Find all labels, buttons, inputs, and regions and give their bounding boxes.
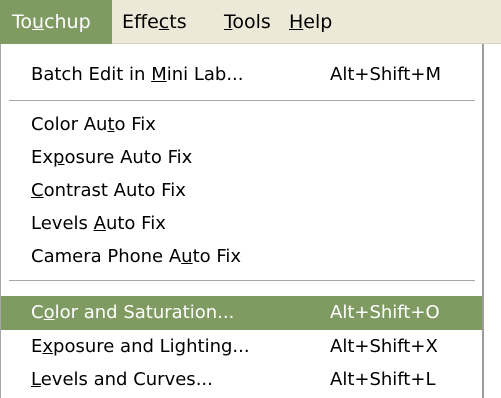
label-accel: A: [93, 213, 106, 234]
menu-separator: [9, 280, 475, 282]
label-pre: Camera Phone A: [31, 246, 182, 267]
label-accel: o: [43, 302, 55, 323]
menu-item-camera-phone-auto-fix[interactable]: Camera Phone Auto Fix: [1, 240, 482, 274]
label-accel: x: [42, 336, 54, 357]
touchup-dropdown-menu: Batch Edit in Mini Lab... Alt+Shift+M Co…: [0, 44, 484, 398]
label-post: osure Auto Fix: [64, 147, 193, 168]
menu-touchup[interactable]: Touchup: [0, 0, 112, 44]
menu-item-shortcut: Alt+Shift+L: [330, 369, 436, 390]
label-post: to Fix: [192, 246, 242, 267]
menu-item-label: Color and Saturation...: [31, 296, 234, 330]
menu-item-color-and-saturation[interactable]: Color and Saturation... Alt+Shift+O: [1, 296, 482, 330]
label-pre: Batch Edit in: [31, 64, 152, 85]
screenshot: Touchup Effects Tools Help Batch Edit in…: [0, 0, 501, 398]
menu-item-shortcut: Alt+Shift+O: [330, 302, 440, 323]
menu-effects-post: ts: [169, 11, 187, 33]
menu-item-label: Batch Edit in Mini Lab...: [31, 58, 244, 92]
menu-tools-post: ools: [232, 11, 271, 33]
label-pre: Levels: [31, 213, 94, 234]
menu-item-exposure-and-lighting[interactable]: Exposure and Lighting... Alt+Shift+X: [1, 330, 482, 364]
menu-item-shortcut: Alt+Shift+M: [330, 64, 441, 85]
label-post: evels and Curves...: [40, 369, 213, 390]
menu-tools[interactable]: Tools: [224, 0, 286, 44]
menu-effects-pre: Effe: [122, 11, 159, 33]
label-pre: E: [31, 336, 43, 357]
label-accel: M: [151, 64, 167, 85]
menu-item-label: Color Auto Fix: [31, 108, 156, 142]
label-pre: Ex: [31, 147, 54, 168]
label-post: posure and Lighting...: [53, 336, 250, 357]
menu-effects-accel: c: [158, 11, 170, 33]
label-post: ini Lab...: [166, 64, 244, 85]
menu-item-label: Exposure Auto Fix: [31, 141, 192, 175]
label-pre: Color Au: [31, 114, 108, 135]
menu-item-exposure-auto-fix[interactable]: Exposure Auto Fix: [1, 141, 482, 175]
menu-item-label: Levels and Curves...: [31, 363, 213, 397]
label-pre: C: [31, 302, 44, 323]
menu-item-color-auto-fix[interactable]: Color Auto Fix: [1, 108, 482, 142]
menu-touchup-pre: To: [12, 11, 33, 33]
menu-item-levels-auto-fix[interactable]: Levels Auto Fix: [1, 207, 482, 241]
menu-item-levels-and-curves[interactable]: Levels and Curves... Alt+Shift+L: [1, 363, 482, 397]
menu-item-shortcut: Alt+Shift+X: [330, 336, 438, 357]
menu-item-batch-edit[interactable]: Batch Edit in Mini Lab... Alt+Shift+M: [1, 58, 482, 92]
menu-separator: [9, 100, 475, 102]
label-accel: t: [107, 114, 115, 135]
menu-help-post: elp: [303, 11, 333, 33]
menu-item-label: Contrast Auto Fix: [31, 174, 186, 208]
menu-item-contrast-auto-fix[interactable]: Contrast Auto Fix: [1, 174, 482, 208]
label-accel: p: [53, 147, 65, 168]
menu-effects[interactable]: Effects: [122, 0, 226, 44]
label-post: uto Fix: [105, 213, 166, 234]
menu-item-label: Exposure and Lighting...: [31, 330, 250, 364]
label-post: lor and Saturation...: [54, 302, 235, 323]
label-post: ontrast Auto Fix: [43, 180, 186, 201]
menu-touchup-post: chup: [44, 11, 91, 33]
label-post: o Fix: [114, 114, 156, 135]
label-accel: L: [31, 369, 41, 390]
menu-bar: Touchup Effects Tools Help: [0, 0, 501, 44]
menu-help-accel: H: [289, 11, 304, 33]
menu-item-label: Levels Auto Fix: [31, 207, 166, 241]
label-accel: u: [181, 246, 193, 267]
menu-touchup-accel: u: [32, 11, 45, 33]
menu-item-label: Camera Phone Auto Fix: [31, 240, 241, 274]
menu-help[interactable]: Help: [289, 0, 349, 44]
label-accel: C: [31, 180, 44, 201]
